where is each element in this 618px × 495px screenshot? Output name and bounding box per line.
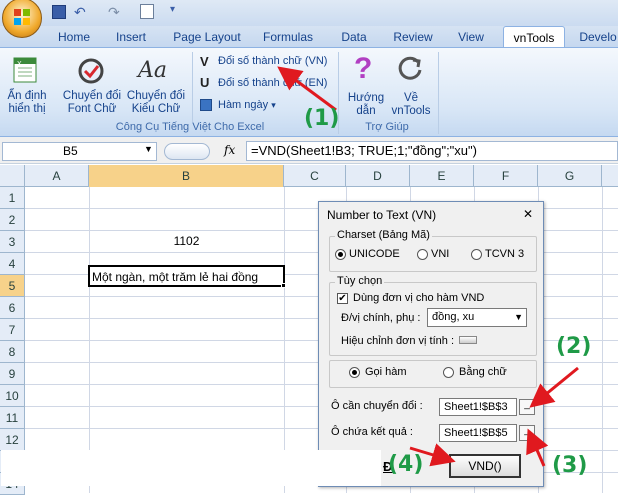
arrow-3 <box>526 428 549 467</box>
annotation-1: (1) <box>304 106 340 131</box>
arrow-2 <box>529 366 579 408</box>
annotation-4: (4) <box>388 452 424 477</box>
annotation-arrows <box>277 66 579 467</box>
annotation-2: (2) <box>556 334 592 359</box>
arrow-1 <box>277 66 337 112</box>
office-logo-icon <box>13 8 31 26</box>
annotation-3: (3) <box>552 453 588 478</box>
